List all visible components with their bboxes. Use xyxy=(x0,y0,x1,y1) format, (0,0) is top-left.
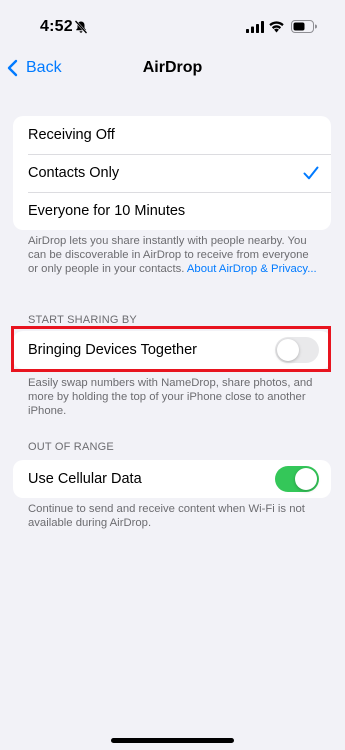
out-of-range-group: Use Cellular Data xyxy=(13,460,331,498)
receiving-options-group: Receiving Off Contacts Only Everyone for… xyxy=(13,116,331,230)
option-contacts-only[interactable]: Contacts Only xyxy=(13,154,331,192)
toggle-knob xyxy=(295,468,317,490)
bringing-devices-together-row: Bringing Devices Together xyxy=(13,331,331,369)
use-cellular-data-label: Use Cellular Data xyxy=(28,471,142,487)
option-label: Contacts Only xyxy=(28,165,120,181)
start-sharing-footer: Easily swap numbers with NameDrop, share… xyxy=(28,377,313,417)
battery-icon xyxy=(291,20,317,33)
receiving-footer: AirDrop lets you share instantly with pe… xyxy=(28,234,318,276)
status-bar: 4:52 xyxy=(0,0,345,52)
use-cellular-data-toggle[interactable] xyxy=(275,466,319,492)
checkmark-icon xyxy=(303,166,319,180)
bringing-devices-together-label: Bringing Devices Together xyxy=(28,342,197,358)
cellular-signal-icon xyxy=(246,21,264,33)
toggle-knob xyxy=(277,339,299,361)
section-header-start-sharing: START SHARING BY xyxy=(28,314,137,326)
bringing-devices-together-toggle[interactable] xyxy=(275,337,319,363)
option-receiving-off[interactable]: Receiving Off xyxy=(13,116,331,154)
option-label: Receiving Off xyxy=(28,127,115,143)
start-sharing-group: Bringing Devices Together xyxy=(13,331,331,369)
option-everyone-10-minutes[interactable]: Everyone for 10 Minutes xyxy=(13,192,331,230)
out-of-range-footer: Continue to send and receive content whe… xyxy=(28,503,305,529)
bell-slash-icon xyxy=(74,20,88,34)
about-airdrop-privacy-link[interactable]: About AirDrop & Privacy... xyxy=(187,263,317,275)
option-label: Everyone for 10 Minutes xyxy=(28,203,186,219)
home-indicator[interactable] xyxy=(111,738,234,743)
wifi-icon xyxy=(269,21,284,33)
navigation-bar: Back AirDrop xyxy=(0,52,345,84)
status-time: 4:52 xyxy=(40,18,73,35)
page-title: AirDrop xyxy=(142,59,203,76)
section-header-out-of-range: OUT OF RANGE xyxy=(28,441,114,453)
use-cellular-data-row: Use Cellular Data xyxy=(13,460,331,498)
